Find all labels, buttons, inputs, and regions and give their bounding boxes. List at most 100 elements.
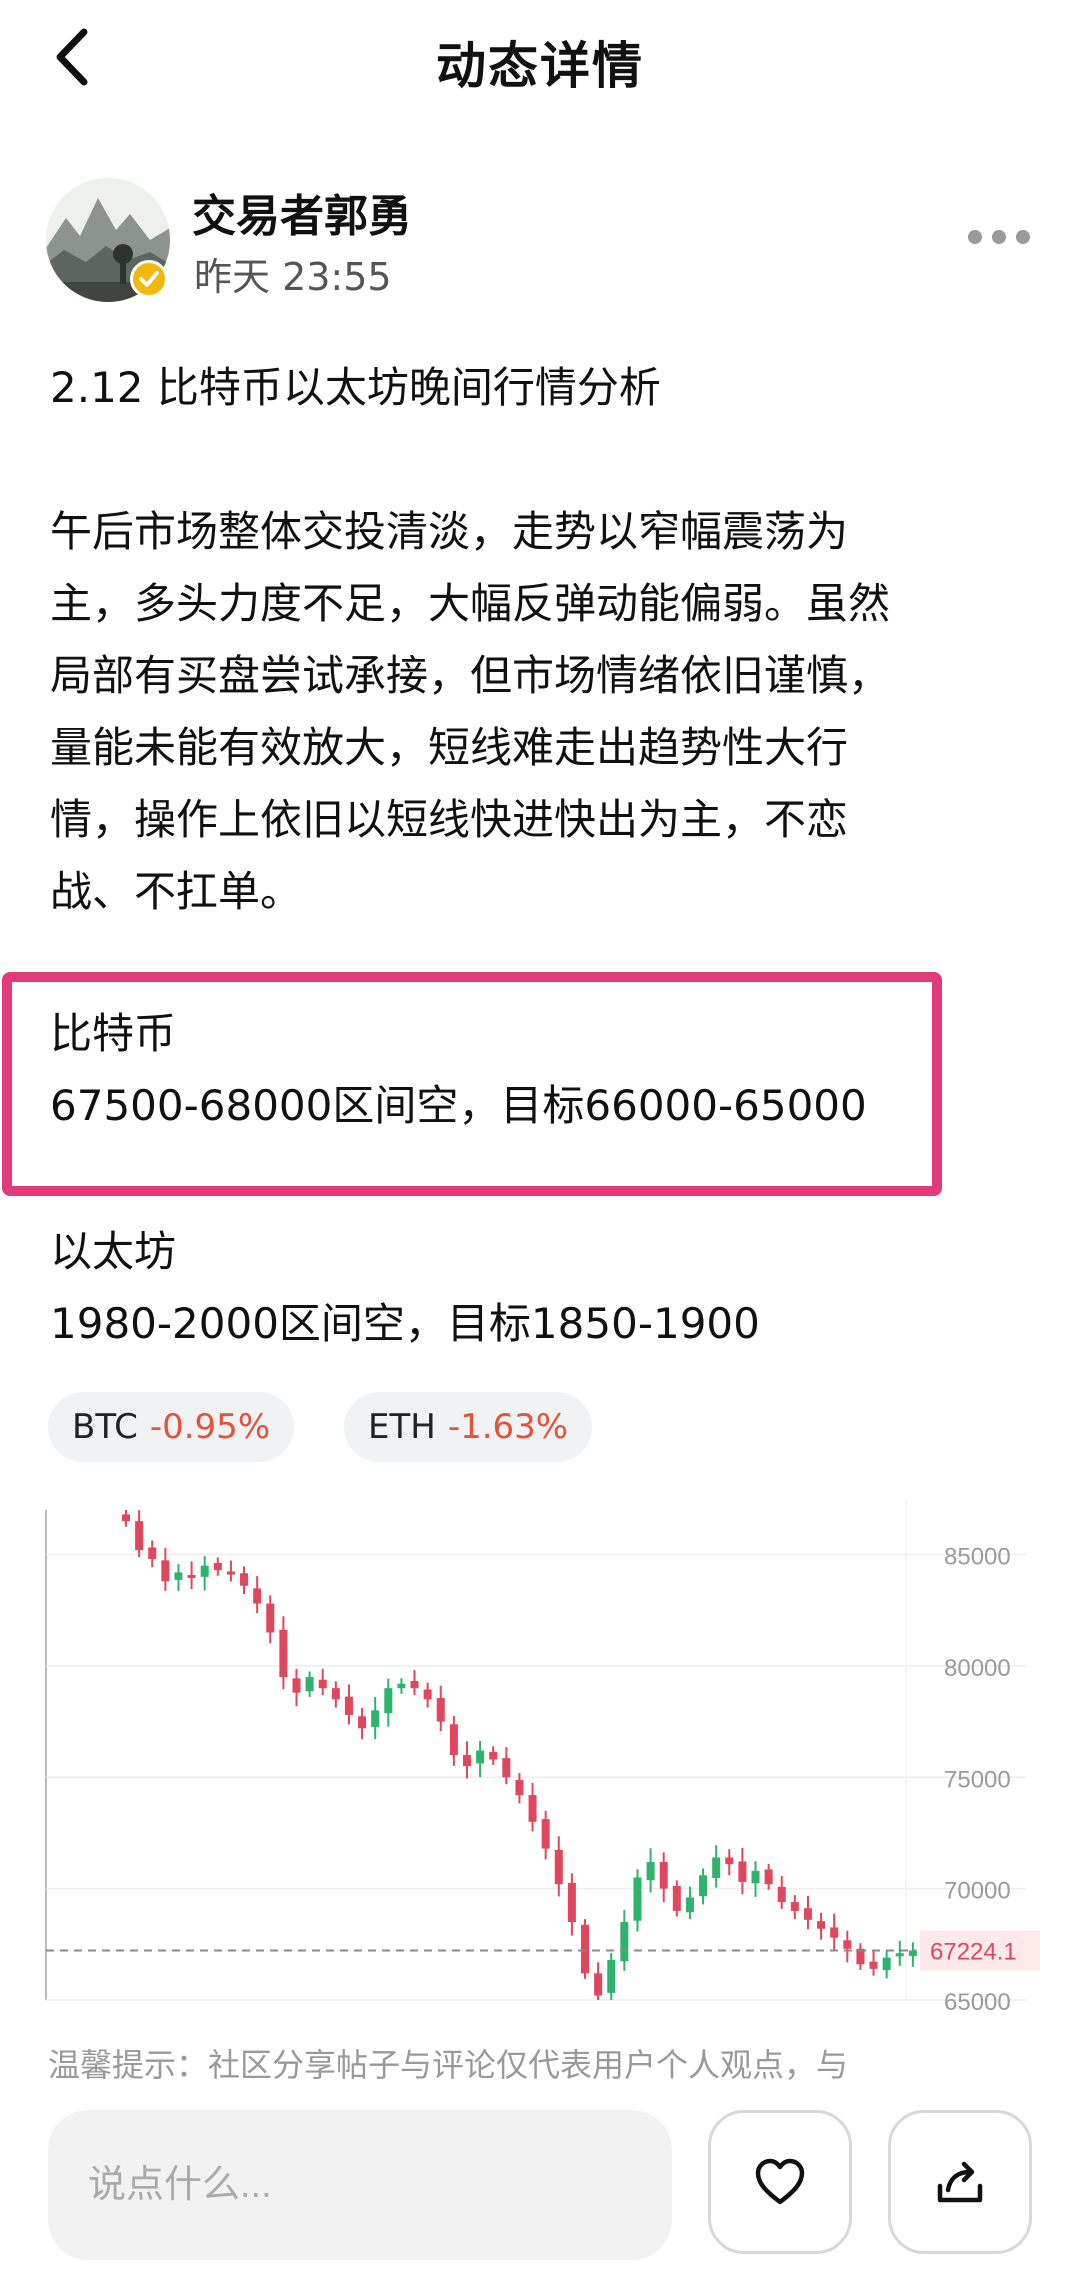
btc-tag[interactable]: BTC -0.95% (48, 1392, 295, 1462)
price-chart[interactable]: 85000 80000 75000 70000 65000 67224.1 (40, 1490, 1040, 2016)
candle-body (266, 1603, 275, 1633)
candle-body (725, 1857, 734, 1865)
paragraph-line: 战、不扛单。 (50, 867, 303, 916)
candle-body (515, 1779, 524, 1796)
share-icon (937, 2161, 983, 2203)
more-dots-icon (992, 230, 1006, 244)
candle-body (476, 1750, 485, 1764)
paragraph-line: 午后市场整体交投清淡，走势以窄幅震荡为 (50, 507, 849, 556)
candle-body (777, 1886, 786, 1902)
candle-body (699, 1875, 708, 1897)
paragraph-line: 情，操作上依旧以短线快进快出为主，不恋 (50, 795, 849, 844)
candle-body (738, 1861, 747, 1882)
candle-body (384, 1688, 393, 1714)
candle-body (371, 1710, 380, 1727)
candle-body (161, 1560, 170, 1582)
candle-body (449, 1724, 458, 1755)
candle-body (541, 1819, 550, 1849)
candle-body (318, 1679, 327, 1689)
candle-body (292, 1678, 301, 1693)
comment-input[interactable] (48, 2110, 672, 2260)
candle-body (423, 1689, 432, 1700)
candle-body (764, 1869, 773, 1885)
candle-body (843, 1940, 852, 1949)
chart-tick-label: 70000 (944, 1878, 1011, 1905)
btc-plan: 比特币 67500-68000区间空，目标66000-65000 (50, 998, 867, 1142)
candle-body (646, 1861, 655, 1881)
candle-body (122, 1514, 130, 1522)
like-button[interactable] (708, 2110, 852, 2254)
tag-change: -1.63% (447, 1407, 569, 1447)
candlestick-chart: 85000 80000 75000 70000 65000 67224.1 (45, 1500, 1040, 2016)
top-bar: 动态详情 (0, 0, 1080, 120)
candle-body (620, 1922, 629, 1962)
paragraph-line: 主，多头力度不足，大幅反弹动能偏弱。虽然 (50, 579, 891, 628)
candle-body (148, 1547, 157, 1559)
candle-body (344, 1696, 353, 1715)
tag-symbol: BTC (72, 1407, 138, 1447)
bottom-bar (0, 2096, 1080, 2279)
candle-body (594, 1973, 603, 1996)
candle-body (607, 1959, 616, 1993)
candle-body (240, 1573, 249, 1586)
more-options-button[interactable] (968, 222, 1032, 252)
candle-body (554, 1849, 563, 1885)
candle-body (213, 1563, 222, 1571)
candle-body (790, 1902, 799, 1911)
eth-plan: 以太坊 1980-2000区间空，目标1850-1900 (50, 1216, 760, 1360)
candle-body (305, 1677, 314, 1692)
candle-body (135, 1521, 144, 1551)
post-title: 2.12 比特币以太坊晚间行情分析 (50, 363, 661, 412)
candle-body (869, 1961, 878, 1969)
chart-tick-label: 75000 (944, 1766, 1011, 1793)
candle-body (200, 1565, 209, 1577)
candle-body (817, 1921, 826, 1929)
post-paragraph: 午后市场整体交投清淡，走势以窄幅震荡为 主，多头力度不足，大幅反弹动能偏弱。虽然… (50, 496, 1030, 928)
post-time: 昨天 23:55 (194, 255, 392, 299)
candle-body (567, 1882, 576, 1923)
btc-plan-text: 67500-68000区间空，目标66000-65000 (50, 1081, 867, 1130)
author-name[interactable]: 交易者郭勇 (192, 180, 412, 244)
candle-body (712, 1857, 721, 1878)
btc-name: 比特币 (50, 1009, 177, 1058)
candle-body (895, 1953, 904, 1957)
chart-tick-label: 85000 (944, 1544, 1011, 1571)
eth-tag[interactable]: ETH -1.63% (344, 1392, 593, 1462)
candle-body (358, 1716, 367, 1729)
verified-badge-icon (130, 260, 168, 298)
candle-body (672, 1885, 681, 1911)
candle-body (253, 1588, 262, 1604)
candle-body (187, 1575, 196, 1579)
candle-body (279, 1629, 288, 1678)
candle-body (803, 1908, 812, 1920)
candle-body (410, 1681, 419, 1689)
tag-symbol: ETH (368, 1407, 436, 1447)
heart-icon (755, 2158, 805, 2205)
chart-tick-label: 80000 (944, 1655, 1011, 1682)
current-price-label: 67224.1 (930, 1938, 1017, 1965)
share-button[interactable] (888, 2110, 1032, 2254)
disclaimer-text: 温馨提示：社区分享帖子与评论仅代表用户个人观点，与 (48, 2046, 849, 2084)
candle-body (882, 1957, 891, 1971)
candle-body (436, 1697, 445, 1722)
more-dots-icon (968, 230, 982, 244)
candle-body (685, 1897, 694, 1913)
candle-body (659, 1861, 668, 1889)
candle-body (633, 1877, 642, 1921)
eth-plan-text: 1980-2000区间空，目标1850-1900 (50, 1299, 760, 1348)
candle-body (397, 1683, 406, 1689)
page-title: 动态详情 (436, 37, 644, 95)
candle-body (489, 1751, 498, 1760)
candle-body (226, 1571, 235, 1575)
candle-body (462, 1755, 471, 1767)
paragraph-line: 局部有买盘尝试承接，但市场情绪依旧谨慎， (50, 651, 891, 700)
candle-body (174, 1572, 183, 1580)
candle-body (830, 1927, 839, 1938)
chart-tick-label: 65000 (944, 1989, 1011, 2010)
candle-body (331, 1688, 340, 1700)
paragraph-line: 量能未能有效放大，短线难走出趋势性大行 (50, 723, 849, 772)
candle-body (751, 1870, 760, 1884)
candle-body (581, 1924, 590, 1974)
tag-change: -0.95% (149, 1407, 271, 1447)
candle-body (528, 1795, 537, 1822)
